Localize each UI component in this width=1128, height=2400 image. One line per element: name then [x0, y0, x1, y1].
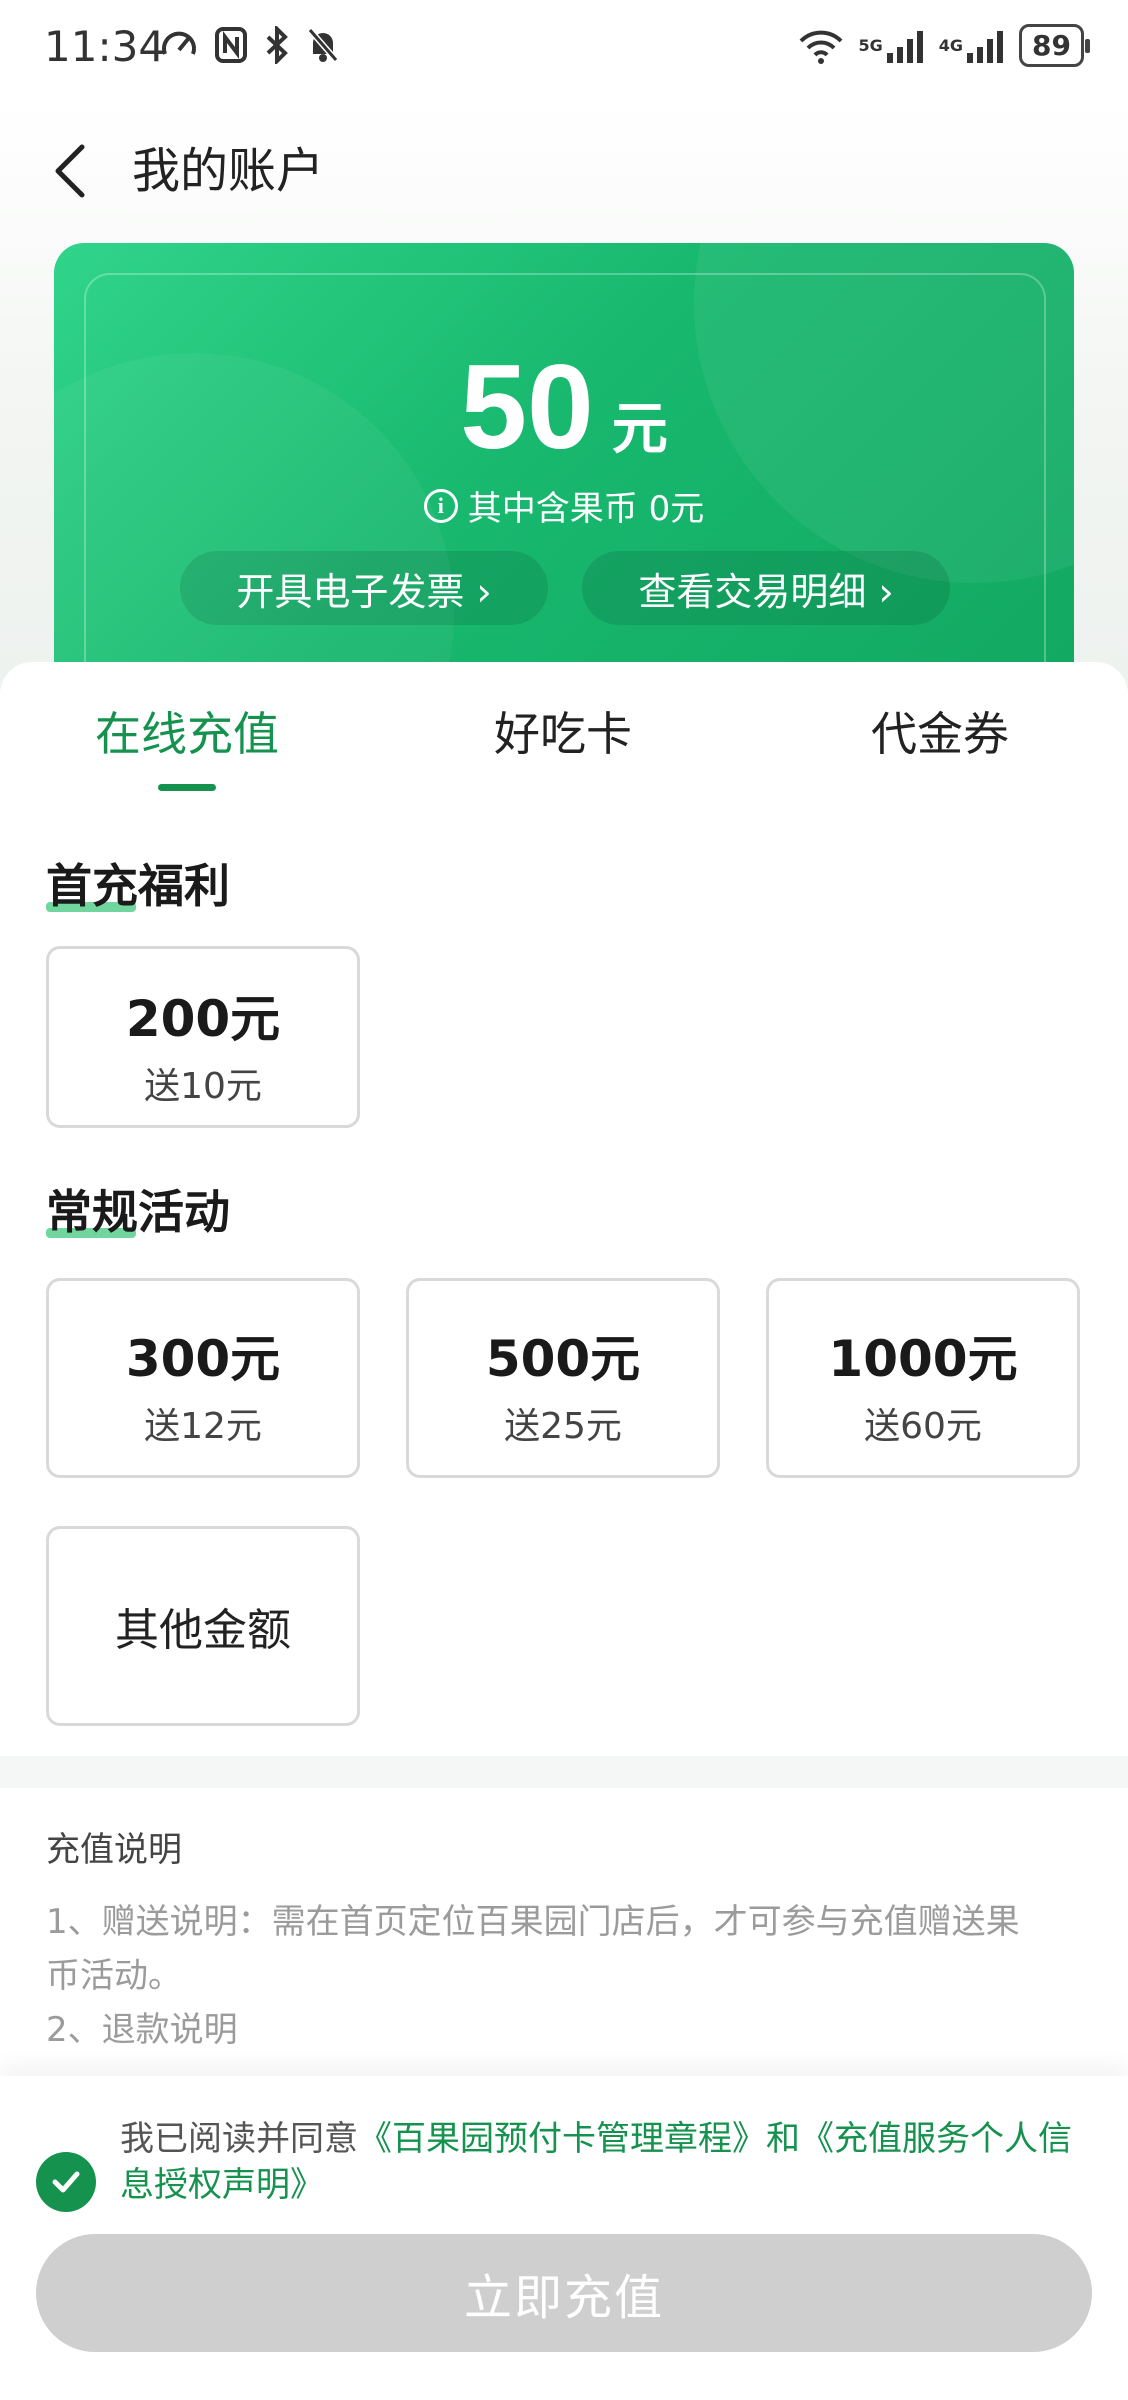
balance-row: 50 元 [54, 338, 1074, 476]
balance-amount: 50 [460, 340, 594, 474]
notes-title: 充值说明 [46, 1830, 182, 1870]
tab-bar: 在线充值 好吃卡 代金券 [0, 662, 1128, 802]
fruit-coin-text: 其中含果币 0元 [467, 489, 705, 529]
agreement-checkbox[interactable] [36, 2152, 96, 2212]
mute-bell-icon [306, 26, 340, 64]
option-amount: 300元 [125, 1330, 281, 1388]
balance-card: 50 元 i 其中含果币 0元 开具电子发票 › 查看交易明细 › [54, 243, 1074, 713]
info-icon[interactable]: i [423, 488, 458, 523]
recharge-option-500[interactable]: 500元 送25元 [406, 1278, 720, 1478]
recharge-option-200[interactable]: 200元 送10元 [46, 946, 360, 1128]
section-divider [0, 1756, 1128, 1788]
balance-subtext: i 其中含果币 0元 [54, 481, 1074, 530]
back-button[interactable] [40, 138, 100, 204]
other-amount-button[interactable]: 其他金额 [46, 1526, 360, 1726]
signal-5g-icon: 5G [859, 29, 925, 63]
notes-line: 币活动。 [46, 1956, 182, 1996]
option-gift: 送10元 [144, 1066, 262, 1107]
bluetooth-icon [264, 26, 290, 64]
status-time: 11:34 [44, 22, 166, 71]
balance-unit: 元 [611, 397, 668, 462]
option-gift: 送12元 [144, 1406, 262, 1447]
check-icon [52, 2171, 80, 2193]
status-icons-left [160, 26, 340, 64]
recharge-notes: 充值说明 1、赠送说明：需在首页定位百果园门店后，才可参与充值赠送果 币活动。 … [46, 1822, 1086, 2057]
tab-voucher[interactable]: 代金券 [790, 698, 1090, 764]
recharge-now-button[interactable]: 立即充值 [36, 2234, 1092, 2352]
wifi-icon [797, 27, 845, 65]
chevron-left-icon [55, 144, 85, 198]
battery-indicator: 89 [1019, 24, 1090, 67]
speed-icon [160, 26, 198, 64]
option-amount: 500元 [485, 1330, 641, 1388]
tab-tasty-card[interactable]: 好吃卡 [413, 698, 713, 764]
bottom-action-bar: 我已阅读并同意《百果园预付卡管理章程》和《充值服务个人信息授权声明》 立即充值 [0, 2076, 1128, 2400]
recharge-option-1000[interactable]: 1000元 送60元 [766, 1278, 1080, 1478]
option-gift: 送25元 [504, 1406, 622, 1447]
status-icons-right: 5G 4G 89 [797, 24, 1090, 67]
tab-active-indicator [158, 784, 216, 791]
notes-line: 1、赠送说明：需在首页定位百果园门店后，才可参与充值赠送果 [46, 1902, 1020, 1942]
notes-line: 2、退款说明 [46, 2010, 238, 2050]
recharge-option-300[interactable]: 300元 送12元 [46, 1278, 360, 1478]
status-bar: 11:34 5G 4G 89 [0, 0, 1128, 100]
first-charge-section-title: 首充福利 [46, 859, 230, 913]
nfc-icon [214, 26, 248, 64]
option-gift: 送60元 [864, 1406, 982, 1447]
transaction-detail-button[interactable]: 查看交易明细 › [582, 551, 950, 625]
option-amount: 1000元 [828, 1330, 1018, 1388]
tab-online-recharge[interactable]: 在线充值 [37, 698, 337, 764]
signal-4g-icon: 4G [939, 29, 1005, 63]
regular-section-title: 常规活动 [46, 1185, 230, 1239]
agreement-text: 我已阅读并同意《百果园预付卡管理章程》和《充值服务个人信息授权声明》 [120, 2119, 1072, 2205]
option-amount: 200元 [125, 990, 281, 1048]
prepaid-card-terms-link[interactable]: 《百果园预付卡管理章程》 [358, 2119, 766, 2159]
invoice-button[interactable]: 开具电子发票 › [180, 551, 548, 625]
page-title: 我的账户 [132, 143, 325, 199]
